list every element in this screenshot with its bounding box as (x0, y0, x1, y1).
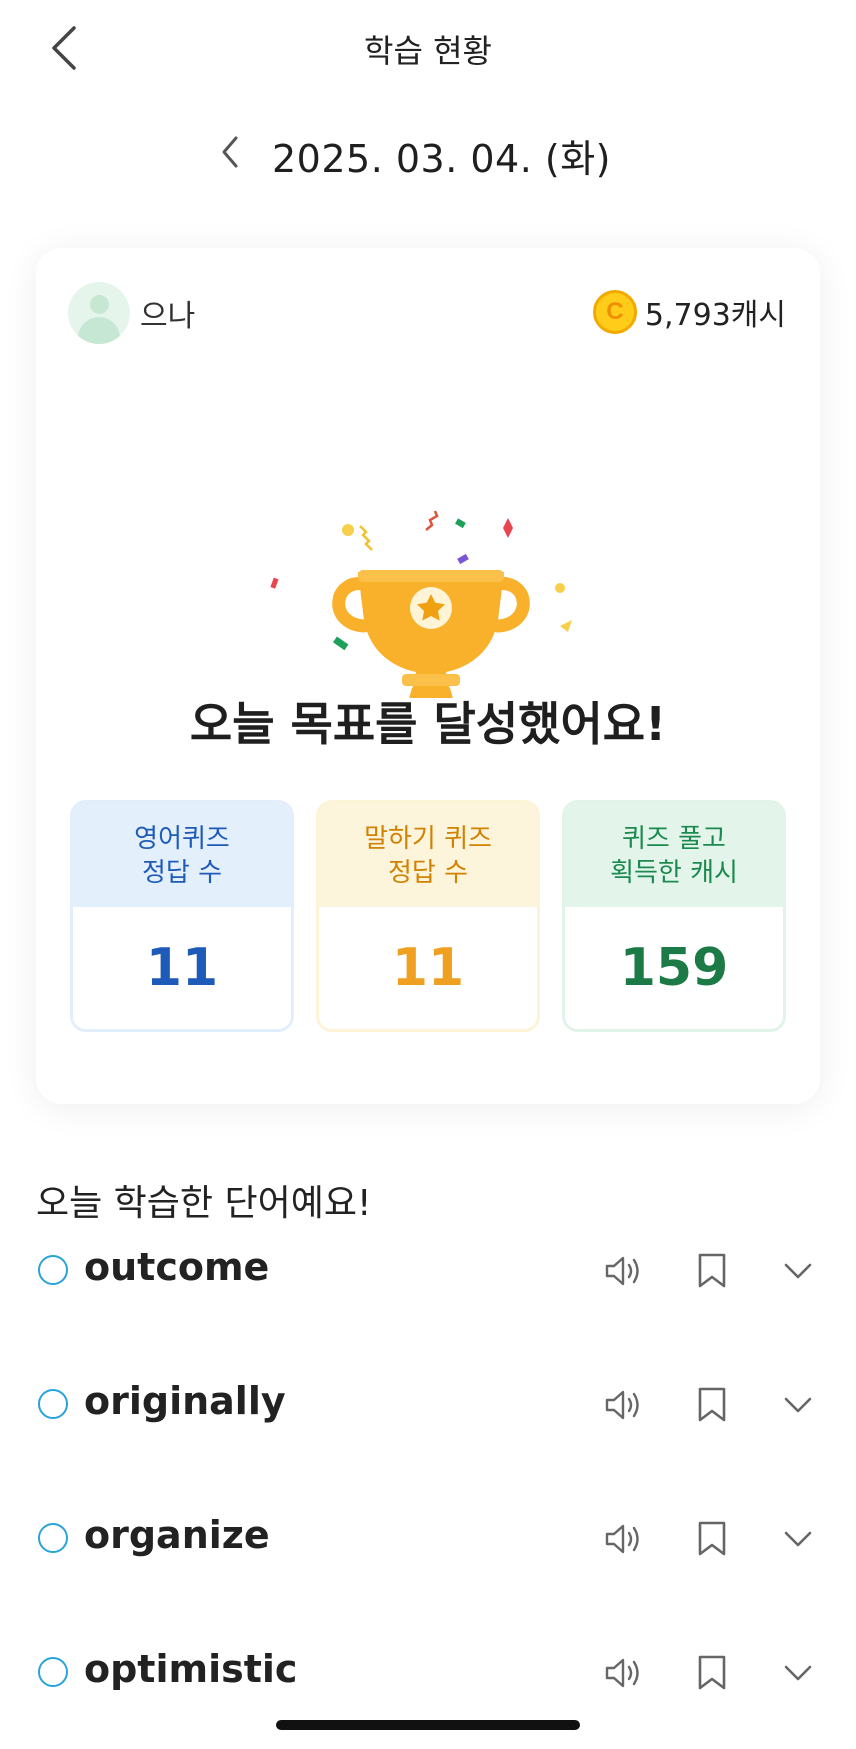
bookmark-icon[interactable] (688, 1649, 736, 1697)
current-date: 2025. 03. 04. (화) (272, 137, 611, 181)
word-check-circle[interactable] (38, 1657, 68, 1687)
speaker-icon[interactable] (600, 1247, 648, 1295)
word-row[interactable]: optimistic (0, 1639, 856, 1749)
bookmark-icon[interactable] (688, 1247, 736, 1295)
chevron-down-icon[interactable] (774, 1381, 822, 1429)
words-section-title: 오늘 학습한 단어예요! (36, 1183, 372, 1224)
word-row[interactable]: outcome (0, 1237, 856, 1371)
stat-value: 11 (73, 907, 291, 1029)
daily-summary-card: 으나 C 5,793캐시 오늘 목표를 달성했어요! 영어퀴즈 정답 수 11 … (36, 248, 820, 1104)
word-check-circle[interactable] (38, 1255, 68, 1285)
stat-english-quiz-correct: 영어퀴즈 정답 수 11 (70, 800, 294, 1032)
word-text: organize (84, 1513, 270, 1557)
word-text: optimistic (84, 1647, 298, 1691)
word-row[interactable]: organize (0, 1505, 856, 1639)
stat-label: 퀴즈 풀고 획득한 캐시 (565, 803, 783, 907)
stat-label: 말하기 퀴즈 정답 수 (319, 803, 537, 907)
chevron-down-icon[interactable] (774, 1247, 822, 1295)
user-name: 으나 (140, 299, 196, 334)
trophy-illustration (246, 398, 606, 730)
speaker-icon[interactable] (600, 1515, 648, 1563)
chevron-down-icon[interactable] (774, 1515, 822, 1563)
user-info: 으나 (68, 282, 195, 344)
word-text: originally (84, 1379, 286, 1423)
speaker-icon[interactable] (600, 1649, 648, 1697)
stat-label: 영어퀴즈 정답 수 (73, 803, 291, 907)
word-check-circle[interactable] (38, 1523, 68, 1553)
word-row[interactable]: originally (0, 1371, 856, 1505)
word-list: outcome originally organize optimistic (0, 1237, 856, 1749)
achievement-message: 오늘 목표를 달성했어요! (189, 697, 667, 751)
cash-value: 5,793캐시 (644, 298, 786, 333)
previous-date-button[interactable] (208, 130, 252, 174)
stat-value: 11 (319, 907, 537, 1029)
avatar (68, 282, 130, 344)
trophy-icon (270, 510, 572, 730)
stats-row: 영어퀴즈 정답 수 11 말하기 퀴즈 정답 수 11 퀴즈 풀고 획득한 캐시 15… (70, 800, 786, 1032)
chevron-down-icon[interactable] (774, 1649, 822, 1697)
chevron-left-icon (222, 136, 238, 168)
word-text: outcome (84, 1245, 270, 1289)
bookmark-icon[interactable] (688, 1515, 736, 1563)
speaker-icon[interactable] (600, 1381, 648, 1429)
page-title: 학습 현황 (364, 32, 492, 70)
stat-speaking-quiz-correct: 말하기 퀴즈 정답 수 11 (316, 800, 540, 1032)
home-indicator (276, 1720, 580, 1730)
stat-value: 159 (565, 907, 783, 1029)
header: 학습 현황 (0, 0, 856, 96)
coin-icon: C (592, 290, 637, 334)
bookmark-icon[interactable] (688, 1381, 736, 1429)
cash-balance: C 5,793캐시 (592, 290, 786, 334)
date-navigator: 2025. 03. 04. (화) (0, 118, 856, 190)
stat-cash-earned: 퀴즈 풀고 획득한 캐시 159 (562, 800, 786, 1032)
word-check-circle[interactable] (38, 1389, 68, 1419)
